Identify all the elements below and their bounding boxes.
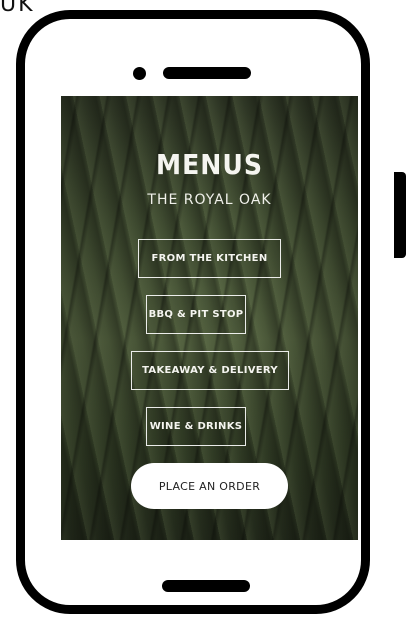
bbq-pit-stop-button[interactable]: BBQ & PIT STOP — [146, 295, 246, 334]
side-button — [394, 172, 406, 258]
restaurant-name: THE ROYAL OAK — [147, 192, 272, 208]
home-indicator-icon — [162, 580, 250, 592]
wine-drinks-button[interactable]: WINE & DRINKS — [146, 407, 246, 446]
place-order-button[interactable]: PLACE AN ORDER — [131, 463, 288, 509]
phone-screen: MENUS THE ROYAL OAK FROM THE KITCHEN BBQ… — [61, 96, 358, 540]
page-title: MENUS — [156, 148, 263, 181]
speaker-icon — [163, 67, 251, 79]
camera-icon — [133, 67, 146, 80]
takeaway-delivery-button[interactable]: TAKEAWAY & DELIVERY — [131, 351, 289, 390]
from-the-kitchen-button[interactable]: FROM THE KITCHEN — [138, 239, 281, 278]
corner-text: UK — [0, 0, 35, 17]
